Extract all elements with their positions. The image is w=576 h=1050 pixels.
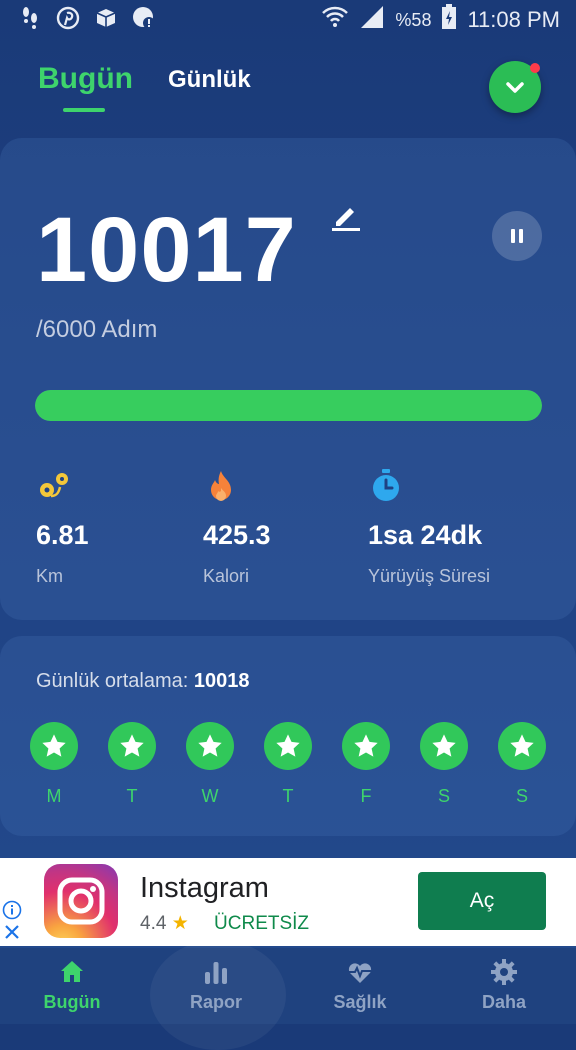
daily-average-value: 10018 [193,670,250,692]
footsteps-icon [18,6,42,30]
distance-icon [36,468,72,504]
flame-icon [203,468,239,504]
nav-item-saglik[interactable]: Sağlık [288,948,432,1024]
tab-gunluk[interactable]: Günlük [168,66,251,94]
stopwatch-icon [368,468,404,504]
day-label: T [126,786,138,806]
ad-open-button[interactable]: Aç [418,872,546,930]
instagram-logo [44,864,118,938]
notification-icons [18,6,156,30]
star-icon [264,722,312,770]
step-progress-bar [35,390,542,421]
day-label: S [515,786,528,806]
daily-average-label: Günlük ortalama: [36,670,194,692]
pause-icon [511,229,523,243]
ad-price: ÜCRETSİZ [214,913,310,934]
chevron-down-icon [506,82,524,93]
system-status: %58 11:08 PM [321,4,560,36]
nav-item-daha[interactable]: Daha [432,948,576,1024]
day-item[interactable]: S [498,722,546,807]
stat-distance: 6.81 Km [36,468,89,586]
heart-pulse-icon [346,958,374,986]
day-label: W [201,786,219,806]
day-item[interactable]: T [264,722,312,807]
day-item[interactable]: M [30,722,78,807]
stat-label: Kalori [203,566,250,586]
edit-icon[interactable] [330,200,362,232]
day-label: M [46,786,62,806]
ad-app-title: Instagram [140,872,269,904]
stat-label: Km [36,566,63,586]
week-days: M T W T F S S [30,722,550,812]
package-icon [94,6,118,30]
nav-item-bugun[interactable]: Bugün [0,948,144,1024]
gear-icon [490,958,518,986]
day-item[interactable]: W [186,722,234,807]
stat-value: 6.81 [36,520,89,550]
ad-banner[interactable]: Instagram 4.4 ★ ÜCRETSİZ Aç [0,858,576,946]
bottom-nav: Bugün Rapor Sağlık Daha [0,940,576,1050]
nav-label: Bugün [43,992,101,1012]
status-bar: %58 11:08 PM [0,0,576,40]
stat-duration: 1sa 24dk Yürüyüş Süresi [368,468,490,586]
day-label: S [437,786,450,806]
ad-subtitle: 4.4 ★ ÜCRETSİZ [140,912,309,935]
battery-percent: %58 [395,9,432,30]
home-icon [58,958,86,986]
day-item[interactable]: T [108,722,156,807]
stat-value: 1sa 24dk [368,520,483,550]
star-icon [342,722,390,770]
pinterest-icon [56,6,80,30]
day-label: F [360,786,372,806]
stat-label: Yürüyüş Süresi [368,566,491,586]
day-item[interactable]: F [342,722,390,807]
notification-dot [530,63,540,73]
tab-bugun[interactable]: Bugün [38,62,133,96]
star-icon [498,722,546,770]
nav-label: Daha [481,992,526,1012]
steps-card: 10017 /6000 Adım 6.81 Km 425.3 Kalori 1s… [0,138,576,620]
ad-rating: 4.4 [140,913,167,934]
checkmark-button[interactable] [489,61,541,113]
star-icon [30,722,78,770]
pause-button[interactable] [492,211,542,261]
day-label: T [282,786,294,806]
tab-active-indicator [63,108,105,112]
star-icon: ★ [171,913,189,934]
stat-value: 425.3 [203,520,271,550]
nav-label: Sağlık [333,992,387,1012]
wifi-icon [321,4,349,36]
info-icon[interactable] [2,900,22,920]
close-icon[interactable] [2,922,24,944]
star-icon [108,722,156,770]
stat-calories: 425.3 Kalori [203,468,271,586]
step-goal: /6000 Adım [36,316,158,343]
day-item[interactable]: S [420,722,468,807]
step-progress-fill [35,390,542,421]
star-icon [420,722,468,770]
nav-item-rapor[interactable]: Rapor [144,948,288,1024]
star-icon [186,722,234,770]
signal-icon [359,4,385,36]
step-count: 10017 [36,199,297,301]
alert-icon [132,6,156,30]
nav-label: Rapor [189,992,242,1012]
daily-average: Günlük ortalama: 10018 [36,670,249,693]
battery-icon [441,4,457,36]
weekly-card: Günlük ortalama: 10018 M T W T F S S [0,636,576,836]
clock: 11:08 PM [467,7,560,32]
bar-chart-icon [202,958,230,986]
top-tabs: Bugün Günlük [0,58,576,118]
